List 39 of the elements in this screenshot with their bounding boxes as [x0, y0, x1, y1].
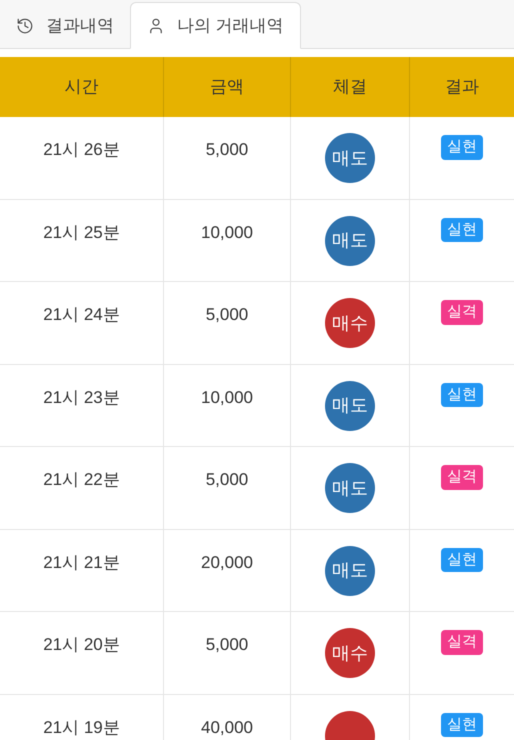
result-badge: 실현 — [441, 135, 483, 160]
column-header: 시간 — [0, 57, 163, 117]
table-cell: 5,000 — [163, 612, 290, 694]
table-cell: 10,000 — [163, 364, 290, 447]
result-badge: 실현 — [441, 218, 483, 242]
result-badge: 실현 — [441, 712, 483, 737]
trade-badge: 매도 — [325, 380, 375, 430]
result-badge: 실격 — [441, 630, 483, 654]
tab[interactable]: 나의 거래내역 — [130, 2, 301, 49]
table-cell: 21시 26분 — [0, 117, 163, 200]
table-cell: 21시 25분 — [0, 200, 163, 282]
column-header: 결과 — [409, 57, 514, 117]
trade-badge: 매도 — [325, 133, 375, 183]
user-icon — [147, 16, 165, 34]
trade-badge: 매수 — [325, 628, 375, 678]
trade-badge: 매도 — [325, 463, 375, 513]
column-header: 금액 — [163, 57, 290, 117]
result-badge: 실격 — [441, 300, 483, 324]
table-cell: 21시 24분 — [0, 282, 163, 364]
table-cell: 40,000 — [163, 694, 290, 740]
table-cell: 21시 19분 — [0, 694, 163, 740]
table-cell: 5,000 — [163, 447, 290, 530]
result-badge: 실현 — [441, 548, 483, 572]
table-cell: 21시 20분 — [0, 612, 163, 694]
table-cell: 10,000 — [163, 200, 290, 282]
history-icon — [16, 16, 34, 34]
trade-badge: 매도 — [325, 546, 375, 596]
table-cell: 21시 21분 — [0, 530, 163, 612]
table-cell: 21시 22분 — [0, 447, 163, 530]
result-badge: 실현 — [441, 382, 483, 407]
table-cell: 20,000 — [163, 530, 290, 612]
table-cell: 21시 23분 — [0, 364, 163, 447]
table-cell: 5,000 — [163, 282, 290, 364]
table-cell: 5,000 — [163, 117, 290, 200]
tab[interactable]: 결과내역 — [0, 2, 130, 49]
result-badge: 실격 — [441, 465, 483, 490]
trade-badge: 매수 — [325, 298, 375, 348]
trade-badge: 매도 — [325, 216, 375, 266]
column-header: 체결 — [290, 57, 409, 117]
